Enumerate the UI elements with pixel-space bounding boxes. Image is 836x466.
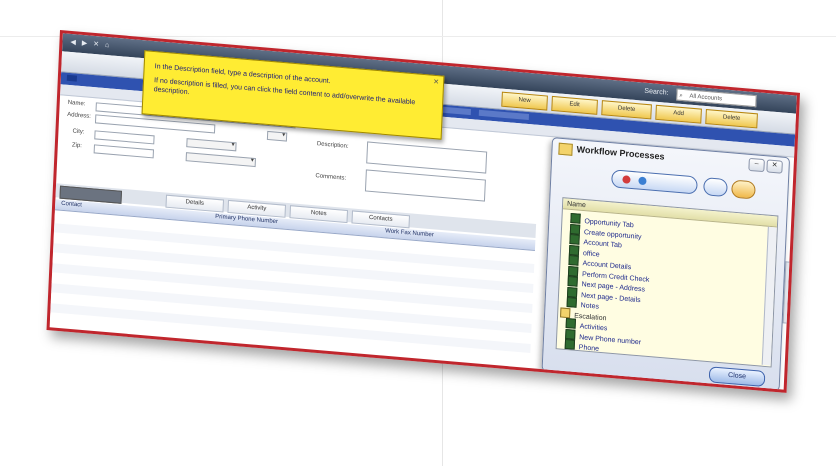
- toolbar-add-button[interactable]: Add: [655, 104, 702, 124]
- country-select[interactable]: [185, 152, 257, 168]
- search-icon: ⌕: [679, 92, 683, 99]
- dialog-title: Workflow Processes: [576, 144, 665, 162]
- close-icon[interactable]: ✕: [433, 78, 439, 87]
- nav-tab-active[interactable]: [66, 74, 77, 82]
- workflow-icon: [569, 233, 580, 245]
- play-controls[interactable]: [611, 169, 698, 195]
- workflow-icon: [568, 244, 580, 256]
- nav-tab[interactable]: [478, 109, 530, 121]
- options-button[interactable]: [731, 179, 756, 200]
- workflow-list: Name Opportunity Tab Create opportunity Ac…: [555, 197, 779, 368]
- zip-label: Zip:: [71, 142, 83, 150]
- address-dropdown[interactable]: [266, 130, 288, 142]
- dialog-close-button[interactable]: Close: [708, 366, 766, 388]
- toolbar-new-button[interactable]: New: [501, 91, 548, 111]
- column-header-work-fax[interactable]: Work Fax Number: [385, 228, 434, 238]
- workflow-icon: [567, 275, 578, 287]
- list-item-label: Phone: [578, 344, 600, 353]
- workflow-icon: [565, 317, 577, 329]
- workflow-icon: [566, 286, 578, 298]
- toolbar-delete-button[interactable]: Delete: [601, 100, 652, 120]
- column-header-contact[interactable]: Contact: [61, 201, 82, 209]
- toolbar-delete2-button[interactable]: Delete: [705, 108, 758, 129]
- description-label: Description:: [316, 141, 349, 150]
- workflow-icon: [565, 328, 576, 340]
- zip-field[interactable]: [93, 144, 155, 159]
- workflow-processes-dialog: Workflow Processes – ✕ Name Opportunity …: [541, 137, 791, 392]
- comments-label: Comments:: [315, 173, 347, 182]
- workflow-icon: [567, 265, 579, 277]
- state-select[interactable]: [186, 138, 237, 152]
- minimize-button[interactable]: –: [748, 157, 765, 173]
- record-icon[interactable]: [622, 175, 631, 184]
- city-label: City:: [72, 128, 85, 136]
- folder-icon: [560, 306, 571, 318]
- workflow-icon: [566, 296, 577, 308]
- address-label: Address:: [67, 111, 92, 120]
- list-item[interactable]: Phone: [564, 338, 600, 354]
- search-placeholder: All Accounts: [689, 93, 723, 103]
- dialog-toolbar: [611, 169, 772, 201]
- search-label: Search:: [644, 87, 669, 97]
- description-field[interactable]: [366, 141, 488, 174]
- app-screenshot: ◀ ▶ ✕ ⌂ Search: ⌕ All Accounts New Edit …: [46, 30, 800, 393]
- workflow-icon: [564, 338, 576, 350]
- app-window: ◀ ▶ ✕ ⌂ Search: ⌕ All Accounts New Edit …: [46, 30, 800, 393]
- city-field[interactable]: [94, 130, 155, 145]
- list-scrollbar[interactable]: [761, 226, 777, 366]
- workflow-icon: [570, 212, 581, 224]
- comments-field[interactable]: [364, 169, 486, 202]
- workflow-icon: [569, 223, 581, 235]
- play-icon[interactable]: [638, 176, 647, 186]
- close-button[interactable]: ✕: [766, 159, 783, 174]
- workflow-icon: [568, 254, 579, 266]
- name-label: Name:: [67, 99, 86, 108]
- settings-button[interactable]: [703, 177, 728, 198]
- folder-icon: [558, 142, 573, 156]
- toolbar-edit-button[interactable]: Edit: [551, 95, 598, 115]
